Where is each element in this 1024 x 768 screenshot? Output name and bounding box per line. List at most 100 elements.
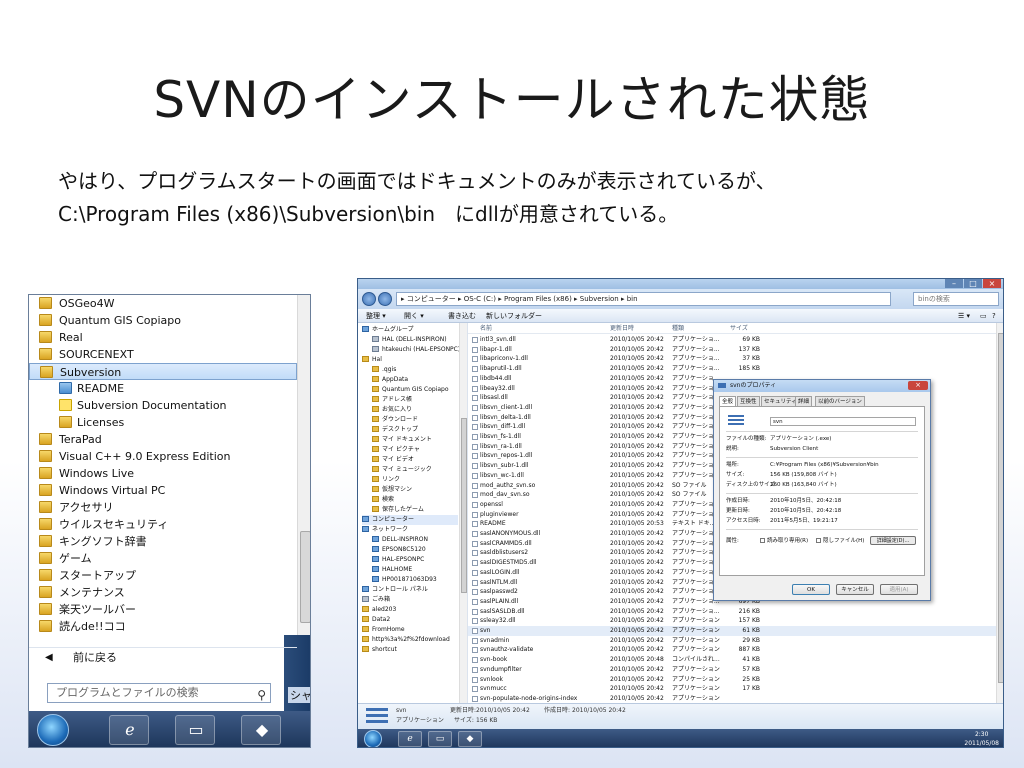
preview-pane-icon[interactable]: ▭: [980, 309, 987, 323]
tab-general[interactable]: 全般: [719, 396, 737, 406]
file-row[interactable]: svn-book 2010/10/05 20:48 コンパイルされ... 41 KB: [468, 655, 998, 665]
nav-item[interactable]: http%3a%2f%2fdownload: [362, 635, 450, 645]
taskbar-explorer-button[interactable]: ▭: [428, 731, 452, 747]
nav-item[interactable]: マイ ピクチャ: [372, 445, 420, 455]
nav-item[interactable]: HAL (DELL-INSPIRON): [372, 335, 447, 345]
back-button[interactable]: ◀ 前に戻る: [29, 647, 297, 667]
file-row[interactable]: ssleay32.dll 2010/10/05 20:42 アプリケーション 157 …: [468, 616, 998, 626]
nav-item[interactable]: DELL-INSPIRON: [372, 535, 428, 545]
nav-item[interactable]: Data2: [362, 615, 390, 625]
program-folder-item[interactable]: Real: [29, 329, 297, 346]
file-name-field[interactable]: svn: [770, 417, 916, 426]
nav-item[interactable]: マイ ビデオ: [372, 455, 414, 465]
nav-item[interactable]: デスクトップ: [372, 425, 418, 435]
tab-details[interactable]: 詳細: [795, 396, 813, 406]
program-item-documentation[interactable]: Subversion Documentation: [29, 397, 297, 414]
nav-item[interactable]: HP001871063D93: [372, 575, 437, 585]
program-folder-item[interactable]: OSGeo4W: [29, 295, 297, 312]
nav-item[interactable]: aled203: [362, 605, 396, 615]
system-clock[interactable]: 2:30 2011/05/08: [964, 730, 999, 747]
new-folder-button[interactable]: 新しいフォルダー: [486, 309, 542, 323]
taskbar-explorer-button[interactable]: ▭: [175, 715, 215, 745]
ok-button[interactable]: OK: [792, 584, 830, 595]
program-folder-item[interactable]: キングソフト辞書: [29, 533, 297, 550]
nav-item[interactable]: AppData: [372, 375, 408, 385]
program-folder-item[interactable]: ゲーム: [29, 550, 297, 567]
column-date[interactable]: 更新日時: [610, 323, 634, 334]
nav-item-computer[interactable]: コンピューター: [362, 515, 458, 525]
nav-item[interactable]: 保存したゲーム: [372, 505, 424, 515]
taskbar-app-button[interactable]: ◆: [458, 731, 482, 747]
organize-button[interactable]: 整理 ▾: [366, 309, 386, 323]
hidden-checkbox[interactable]: 隠しファイル(H): [816, 537, 864, 545]
column-name[interactable]: 名前: [480, 323, 492, 334]
program-folder-item[interactable]: 楽天ツールバー: [29, 601, 297, 618]
tab-compatibility[interactable]: 互換性: [737, 396, 760, 406]
taskbar-ie-button[interactable]: ℯ: [109, 715, 149, 745]
program-item-licenses[interactable]: Licenses: [29, 414, 297, 431]
program-folder-item[interactable]: ウイルスセキュリティ: [29, 516, 297, 533]
program-item-readme[interactable]: README: [29, 380, 297, 397]
scrollbar-thumb[interactable]: [998, 333, 1003, 683]
file-row[interactable]: libapr-1.dll 2010/10/05 20:42 アプリケーショ... 13…: [468, 345, 998, 355]
file-row[interactable]: svnlook 2010/10/05 20:42 アプリケーション 25 KB: [468, 675, 998, 685]
start-orb-icon[interactable]: [364, 730, 382, 747]
nav-item[interactable]: HAL-EPSONPC: [372, 555, 424, 565]
nav-item[interactable]: マイ ミュージック: [372, 465, 432, 475]
file-row[interactable]: svndumpfilter 2010/10/05 20:42 アプリケーション 57 …: [468, 665, 998, 675]
nav-item[interactable]: ごみ箱: [362, 595, 390, 605]
cancel-button[interactable]: キャンセル: [836, 584, 874, 595]
scrollbar-thumb[interactable]: [300, 531, 310, 623]
nav-item[interactable]: .qgis: [372, 365, 396, 375]
scrollbar-thumb[interactable]: [461, 418, 467, 593]
taskbar-app-button[interactable]: ◆: [241, 715, 281, 745]
program-folder-item[interactable]: 読んde!!ココ: [29, 618, 297, 635]
tab-security[interactable]: セキュリティ: [761, 396, 800, 406]
close-icon[interactable]: ×: [983, 279, 1001, 288]
file-row[interactable]: svnmucc 2010/10/05 20:42 アプリケーション 17 KB: [468, 684, 998, 694]
help-icon[interactable]: ?: [992, 309, 996, 323]
apply-button[interactable]: 適用(A): [880, 584, 918, 595]
file-row[interactable]: intl3_svn.dll 2010/10/05 20:42 アプリケーショ... 6…: [468, 335, 998, 345]
maximize-icon[interactable]: □: [964, 279, 982, 288]
program-folder-item[interactable]: アクセサリ: [29, 499, 297, 516]
program-list-scrollbar[interactable]: [297, 295, 310, 635]
program-folder-item[interactable]: Windows Live: [29, 465, 297, 482]
nav-item[interactable]: 仮想マシン: [372, 485, 412, 495]
nav-item[interactable]: htakeuchi (HAL-EPSONPC): [372, 345, 460, 355]
file-row[interactable]: svnadmin 2010/10/05 20:42 アプリケーション 29 KB: [468, 636, 998, 646]
folder-search-input[interactable]: binの検索: [913, 292, 999, 306]
nav-item[interactable]: ダウンロード: [372, 415, 418, 425]
readonly-checkbox[interactable]: 読み取り専用(R): [760, 537, 808, 545]
nav-item[interactable]: ネットワーク: [362, 525, 408, 535]
file-row[interactable]: libapriconv-1.dll 2010/10/05 20:42 アプリケーショ…: [468, 354, 998, 364]
program-folder-item[interactable]: SOURCENEXT: [29, 346, 297, 363]
tab-previous-versions[interactable]: 以前のバージョン: [815, 396, 865, 406]
navigation-scrollbar[interactable]: [459, 323, 467, 703]
file-row[interactable]: svnauthz-validate 2010/10/05 20:42 アプリケーショ…: [468, 645, 998, 655]
burn-button[interactable]: 書き込む: [448, 309, 476, 323]
file-row[interactable]: saslSASLDB.dll 2010/10/05 20:42 アプリケーショ...…: [468, 607, 998, 617]
program-folder-item[interactable]: Visual C++ 9.0 Express Edition: [29, 448, 297, 465]
program-folder-item[interactable]: TeraPad: [29, 431, 297, 448]
nav-item[interactable]: アドレス帳: [372, 395, 412, 405]
column-type[interactable]: 種類: [672, 323, 684, 334]
nav-item[interactable]: Quantum GIS Copiapo: [372, 385, 449, 395]
column-size[interactable]: サイズ: [730, 323, 748, 334]
nav-item[interactable]: 検索: [372, 495, 394, 505]
nav-item[interactable]: コントロール パネル: [362, 585, 428, 595]
nav-item[interactable]: FromHome: [362, 625, 405, 635]
minimize-icon[interactable]: –: [945, 279, 963, 288]
start-orb-icon[interactable]: [37, 714, 69, 746]
address-bar[interactable]: ▸ コンピューター ▸ OS-C (C:) ▸ Program Files (x…: [396, 292, 891, 306]
file-list-scrollbar[interactable]: [996, 323, 1003, 703]
program-folder-item[interactable]: スタートアップ: [29, 567, 297, 584]
file-row[interactable]: svn 2010/10/05 20:42 アプリケーション 61 KB: [468, 626, 998, 636]
nav-item[interactable]: EPSON8C5120: [372, 545, 426, 555]
nav-item[interactable]: マイ ドキュメント: [372, 435, 432, 445]
view-options-icon[interactable]: ☰ ▾: [958, 309, 970, 323]
file-row[interactable]: svn-populate-node-origins-index 2010/10/0…: [468, 694, 998, 703]
nav-item[interactable]: HALHOME: [372, 565, 412, 575]
forward-arrow-icon[interactable]: [378, 292, 392, 306]
program-folder-item-subversion[interactable]: Subversion: [29, 363, 297, 380]
